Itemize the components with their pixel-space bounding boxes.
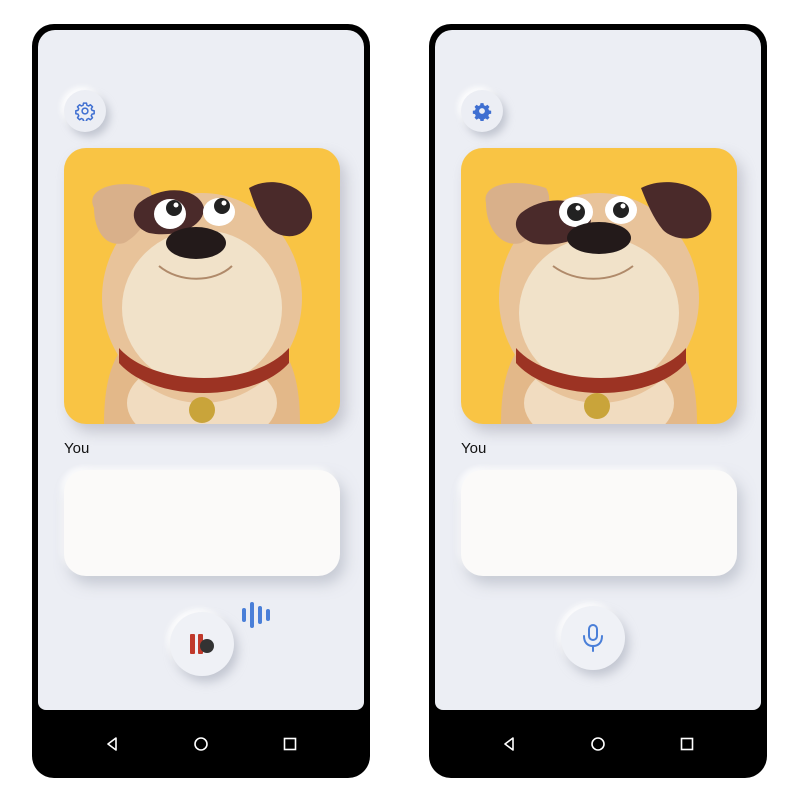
phone-listening: You (32, 24, 370, 778)
speaker-label: You (64, 440, 90, 457)
sound-wave-icon (242, 602, 270, 628)
home-circle-icon (194, 737, 208, 751)
character-card (64, 148, 340, 424)
microphone-button[interactable] (561, 606, 625, 670)
home-button[interactable] (186, 729, 216, 759)
recents-square-icon (283, 737, 296, 751)
recents-button[interactable] (672, 729, 702, 759)
back-triangle-icon (504, 737, 515, 751)
pause-icon (190, 634, 214, 654)
app-screen: You (435, 30, 761, 710)
gear-icon (472, 103, 492, 121)
recents-square-icon (680, 737, 693, 751)
transcript-box (64, 470, 340, 576)
system-nav-bar (32, 710, 370, 778)
back-button[interactable] (494, 729, 524, 759)
home-button[interactable] (583, 729, 613, 759)
microphone-icon (583, 624, 603, 652)
recents-button[interactable] (275, 729, 305, 759)
app-screen: You (38, 30, 364, 710)
speaker-label: You (461, 440, 487, 457)
system-nav-bar (429, 710, 767, 778)
transcript-box (461, 470, 737, 576)
settings-button[interactable] (461, 90, 503, 132)
back-button[interactable] (97, 729, 127, 759)
settings-button[interactable] (64, 90, 106, 132)
phone-idle: You (429, 24, 767, 778)
pause-button[interactable] (170, 612, 234, 676)
character-card (461, 148, 737, 424)
cartoon-dog-avatar (485, 182, 712, 424)
home-circle-icon (591, 737, 605, 751)
back-triangle-icon (107, 737, 118, 751)
gear-icon (75, 102, 95, 121)
cartoon-dog-avatar (92, 182, 313, 424)
